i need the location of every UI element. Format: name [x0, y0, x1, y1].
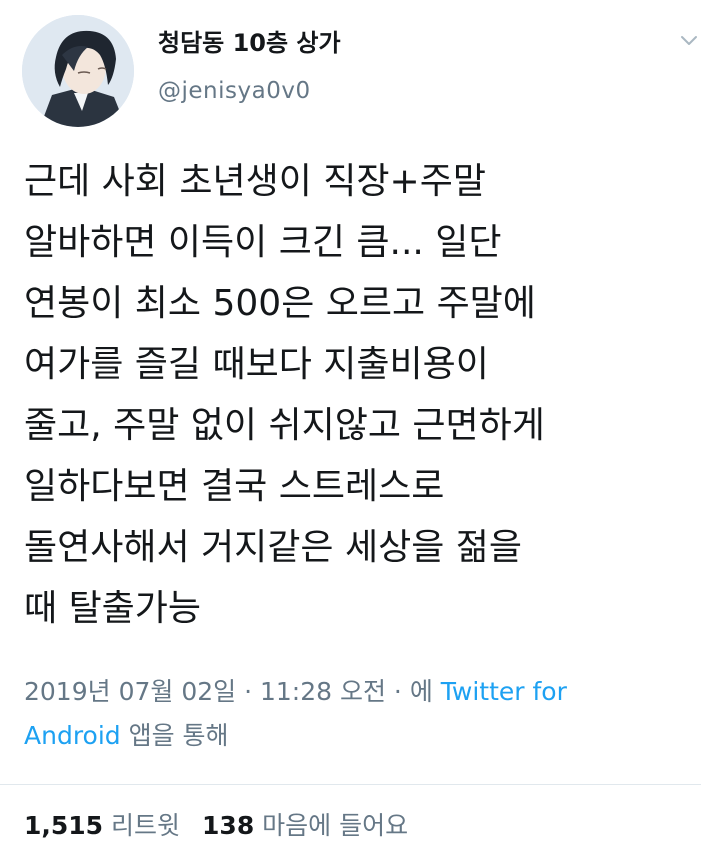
source-link[interactable]: Twitter for	[441, 677, 567, 706]
retweets-label: 리트윗	[103, 811, 181, 840]
timestamp-line: 2019년 07월 02일 · 11:28 오전 · 에 Twitter for	[24, 670, 684, 714]
source-line: Android 앱을 통해	[24, 714, 684, 758]
avatar-illustration	[22, 15, 134, 127]
likes-count: 138	[202, 811, 255, 840]
tweet-text-line: 돌연사해서 거지같은 세상을 젊을	[24, 527, 523, 568]
tweet-header: 청담동 10층 상가 @jenisya0v0	[0, 0, 701, 130]
tweet-text: 근데 사회 초년생이 직장+주말 알바하면 이득이 크긴 큼... 일단 연봉이…	[24, 151, 696, 639]
retweets-stat[interactable]: 1,515 리트윗	[24, 811, 180, 840]
likes-label: 마음에 들어요	[254, 811, 409, 840]
user-handle[interactable]: @jenisya0v0	[158, 76, 311, 106]
tweet-text-line: 근데 사회 초년생이 직장+주말	[24, 161, 486, 202]
tweet-text-line: 연봉이 최소 500은 오르고 주말에	[24, 283, 536, 324]
divider	[0, 784, 701, 785]
chevron-down-icon[interactable]	[678, 30, 700, 52]
likes-stat[interactable]: 138 마음에 들어요	[202, 811, 408, 840]
display-name[interactable]: 청담동 10층 상가	[158, 27, 341, 59]
via-suffix: 앱을 통해	[120, 721, 229, 750]
retweets-count: 1,515	[24, 811, 104, 840]
tweet-text-line: 때 탈출가능	[24, 588, 202, 629]
tweet-text-line: 알바하면 이득이 크긴 큼... 일단	[24, 222, 502, 263]
timestamp[interactable]: 2019년 07월 02일 · 11:28 오전 · 에	[24, 677, 441, 706]
avatar[interactable]	[22, 15, 134, 127]
tweet-text-line: 줄고, 주말 없이 쉬지않고 근면하게	[24, 405, 545, 446]
tweet-text-line: 일하다보면 결국 스트레스로	[24, 466, 445, 507]
tweet-text-line: 여가를 즐길 때보다 지출비용이	[24, 344, 489, 385]
source-link-continued[interactable]: Android	[24, 721, 121, 750]
tweet-stats: 1,515 리트윗 138 마음에 들어요	[24, 806, 408, 846]
tweet-detail: 청담동 10층 상가 @jenisya0v0 근데 사회 초년생이 직장+주말 …	[0, 0, 701, 858]
tweet-metadata: 2019년 07월 02일 · 11:28 오전 · 에 Twitter for…	[24, 670, 684, 758]
